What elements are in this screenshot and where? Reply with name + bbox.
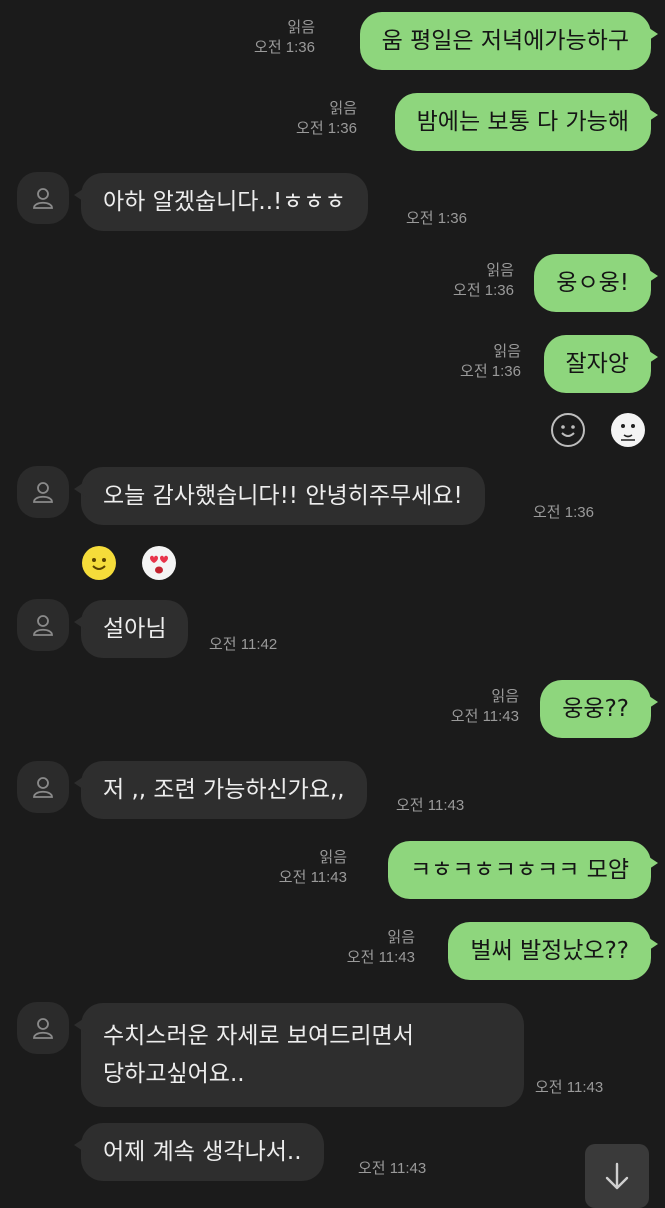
message-time: 오전 11:43 <box>358 1160 427 1177</box>
message-meta: 읽음 오전 1:36 <box>254 18 315 58</box>
message-time: 오전 1:36 <box>453 282 514 299</box>
message-time: 오전 11:43 <box>535 1079 604 1096</box>
message-time: 오전 11:43 <box>396 797 465 814</box>
message-time: 오전 11:43 <box>278 869 347 886</box>
incoming-message-bubble[interactable]: 설아님 <box>73 600 189 658</box>
outgoing-message-bubble[interactable]: 잘자앙 <box>543 335 659 393</box>
incoming-message-bubble[interactable]: 수치스러운 자세로 보여드리면서 당하고싶어요.. <box>74 1003 524 1107</box>
message-time: 오전 1:36 <box>406 210 467 227</box>
avatar[interactable] <box>17 1002 69 1054</box>
arrow-down-icon <box>605 1162 629 1190</box>
message-meta: 읽음 오전 1:36 <box>460 342 521 382</box>
outgoing-message-bubble[interactable]: 벌써 발정났오?? <box>448 922 658 980</box>
message-line: 당하고싶어요.. <box>103 1061 245 1087</box>
person-icon <box>33 188 53 209</box>
message-time: 오전 1:36 <box>254 39 315 56</box>
outgoing-message-bubble[interactable]: 웅웅?? <box>540 680 658 738</box>
message-time: 오전 1:36 <box>460 363 521 380</box>
read-receipt: 읽음 <box>329 100 357 117</box>
incoming-message-bubble[interactable]: 아하 알겠숩니다..!ㅎㅎㅎ <box>74 173 368 231</box>
smiley-outline-icon[interactable] <box>551 413 585 447</box>
person-icon <box>33 482 53 503</box>
outgoing-message-bubble[interactable]: 밤에는 보통 다 가능해 <box>394 93 659 151</box>
outgoing-message-bubble[interactable]: 움 평일은 저녁에가능하구 <box>359 12 659 70</box>
outgoing-message-bubble[interactable]: ㅋㅎㅋㅎㅋㅎㅋㅋ 모얌 <box>388 841 658 899</box>
read-receipt: 읽음 <box>387 929 415 946</box>
message-meta: 읽음 오전 1:36 <box>296 99 357 139</box>
incoming-message-bubble[interactable]: 어제 계속 생각나서.. <box>74 1123 324 1181</box>
incoming-message-bubble[interactable]: 저 ,, 조련 가능하신가요,, <box>74 761 367 819</box>
message-time: 오전 11:43 <box>346 949 415 966</box>
read-receipt: 읽음 <box>319 849 347 866</box>
heart-eyes-icon[interactable] <box>142 546 176 580</box>
read-receipt: 읽음 <box>486 262 514 279</box>
incoming-message-bubble[interactable]: 오늘 감사했습니다!! 안녕히주무세요! <box>74 467 485 525</box>
read-receipt: 읽음 <box>287 19 315 36</box>
message-time: 오전 11:43 <box>450 708 519 725</box>
message-time: 오전 11:42 <box>209 636 278 653</box>
person-icon <box>33 777 53 798</box>
read-receipt: 읽음 <box>491 688 519 705</box>
avatar[interactable] <box>17 466 69 518</box>
message-time: 오전 1:36 <box>296 120 357 137</box>
cartoon-face-icon[interactable] <box>611 413 645 447</box>
message-line: 수치스러운 자세로 보여드리면서 <box>103 1023 414 1049</box>
avatar[interactable] <box>17 761 69 813</box>
message-meta: 읽음 오전 11:43 <box>279 848 347 888</box>
person-icon <box>33 1018 53 1039</box>
avatar[interactable] <box>17 599 69 651</box>
message-meta: 읽음 오전 11:43 <box>347 928 415 968</box>
smiley-yellow-icon[interactable] <box>82 546 116 580</box>
message-time: 오전 1:36 <box>533 504 594 521</box>
read-receipt: 읽음 <box>493 343 521 360</box>
scroll-to-bottom-button[interactable] <box>585 1144 649 1208</box>
person-icon <box>33 615 53 636</box>
avatar[interactable] <box>17 172 69 224</box>
message-meta: 읽음 오전 1:36 <box>453 261 514 301</box>
message-meta: 읽음 오전 11:43 <box>451 687 519 727</box>
outgoing-message-bubble[interactable]: 웅ㅇ웅! <box>534 254 658 312</box>
